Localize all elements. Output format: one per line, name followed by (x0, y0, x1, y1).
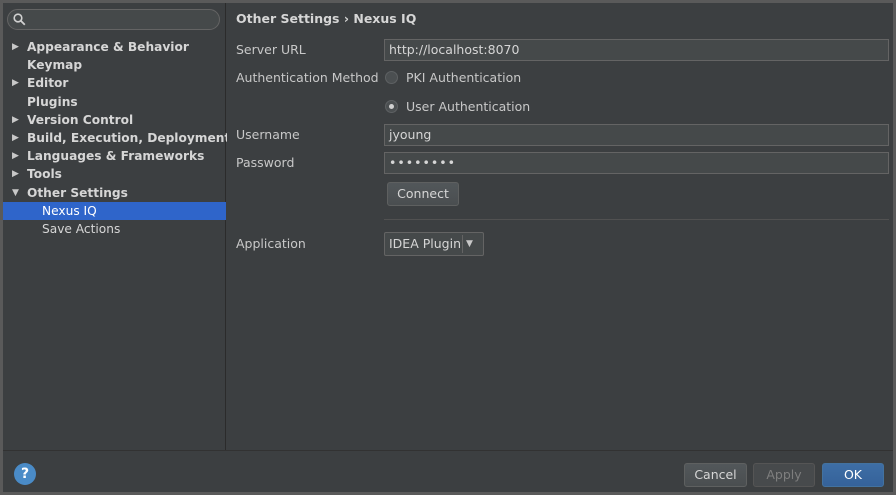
cancel-button[interactable]: Cancel (684, 463, 747, 487)
sidebar-item-label: Save Actions (42, 221, 121, 236)
application-dropdown[interactable]: IDEA Plugin ▼ (384, 232, 484, 256)
expand-arrow-icon[interactable]: ▶ (12, 38, 22, 56)
radio-label: PKI Authentication (406, 70, 522, 85)
sidebar-item-other-settings[interactable]: ▼ Other Settings (3, 184, 226, 202)
username-label: Username (236, 127, 300, 142)
auth-method-label: Authentication Method (236, 70, 379, 85)
sidebar-item-keymap[interactable]: Keymap (3, 56, 226, 74)
sidebar-item-label: Other Settings (27, 185, 128, 200)
settings-tree: ▶ Appearance & Behavior Keymap ▶ Editor … (3, 38, 230, 238)
sidebar-item-nexus-iq[interactable]: Nexus IQ (3, 201, 226, 220)
expand-arrow-icon[interactable]: ▶ (12, 129, 22, 147)
sidebar-item-appearance-behavior[interactable]: ▶ Appearance & Behavior (3, 38, 226, 56)
sidebar-item-save-actions[interactable]: Save Actions (3, 220, 226, 238)
sidebar-item-label: Appearance & Behavior (27, 40, 189, 54)
radio-label: User Authentication (406, 99, 531, 114)
breadcrumb: Other Settings › Nexus IQ (236, 11, 417, 26)
dropdown-divider (462, 235, 463, 253)
divider (384, 219, 889, 220)
username-field[interactable]: jyoung (384, 124, 889, 146)
sidebar-item-label: Build, Execution, Deployment (27, 130, 231, 145)
sidebar-item-label: Keymap (27, 58, 83, 73)
collapse-arrow-icon[interactable]: ▼ (12, 184, 22, 202)
sidebar-item-plugins[interactable]: Plugins (3, 93, 226, 111)
apply-button[interactable]: Apply (753, 463, 815, 487)
radio-button-selected-icon[interactable] (385, 100, 398, 113)
settings-dialog: ▶ Appearance & Behavior Keymap ▶ Editor … (0, 0, 896, 495)
sidebar-item-label: Tools (27, 167, 62, 182)
sidebar-item-label: Languages & Frameworks (27, 149, 205, 164)
expand-arrow-icon[interactable]: ▶ (12, 111, 22, 129)
password-label: Password (236, 155, 295, 170)
application-dropdown-value: IDEA Plugin (389, 236, 461, 251)
sidebar-item-tools[interactable]: ▶ Tools (3, 165, 226, 183)
help-icon[interactable]: ? (14, 463, 36, 485)
settings-sidebar: ▶ Appearance & Behavior Keymap ▶ Editor … (3, 3, 230, 450)
radio-button-icon[interactable] (385, 71, 398, 84)
server-url-label: Server URL (236, 42, 306, 57)
sidebar-item-label: Version Control (27, 112, 134, 127)
search-input[interactable] (7, 9, 220, 30)
sidebar-item-version-control[interactable]: ▶ Version Control (3, 111, 226, 129)
search-icon (13, 13, 26, 26)
dialog-footer: ? Cancel Apply OK (3, 450, 893, 492)
settings-content: Other Settings › Nexus IQ Server URL htt… (227, 3, 893, 450)
sidebar-item-label: Editor (27, 76, 69, 91)
sidebar-item-build-execution-deployment[interactable]: ▶ Build, Execution, Deployment (3, 129, 230, 147)
server-url-field[interactable]: http://localhost:8070 (384, 39, 889, 61)
ok-button[interactable]: OK (822, 463, 884, 487)
expand-arrow-icon[interactable]: ▶ (12, 147, 22, 165)
connect-button[interactable]: Connect (387, 182, 459, 206)
expand-arrow-icon[interactable]: ▶ (12, 165, 22, 183)
chevron-down-icon[interactable]: ▼ (466, 233, 473, 255)
application-label: Application (236, 236, 306, 251)
sidebar-item-label: Plugins (27, 94, 78, 109)
sidebar-item-languages-frameworks[interactable]: ▶ Languages & Frameworks (3, 147, 226, 165)
expand-arrow-icon[interactable]: ▶ (12, 74, 22, 92)
sidebar-item-label: Nexus IQ (42, 203, 97, 218)
sidebar-item-editor[interactable]: ▶ Editor (3, 74, 226, 92)
password-field[interactable]: •••••••• (384, 152, 889, 174)
